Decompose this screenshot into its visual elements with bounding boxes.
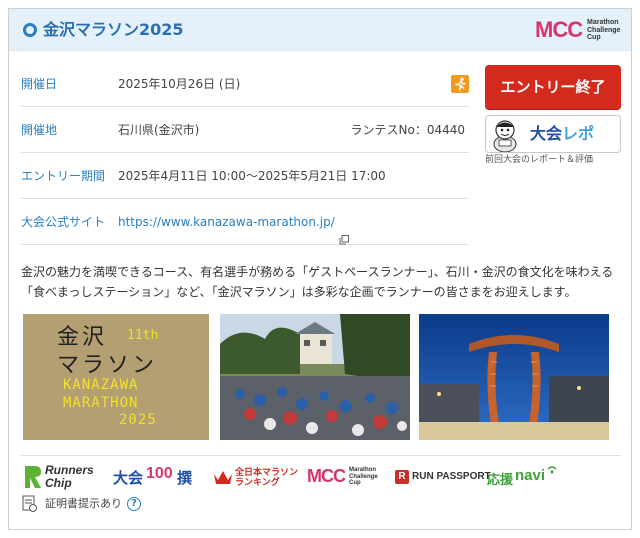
runner-icon bbox=[451, 75, 469, 93]
logos-divider bbox=[21, 455, 621, 456]
help-icon[interactable]: ? bbox=[127, 497, 141, 511]
run-passport-logo[interactable]: R RUN PASSPORT bbox=[395, 463, 491, 491]
report-button-label: 大会レポ bbox=[530, 124, 595, 143]
circle-icon bbox=[23, 23, 37, 37]
website-link[interactable]: https://www.kanazawa-marathon.jp/ bbox=[118, 199, 349, 245]
tsuzumi-gate-photo bbox=[419, 314, 609, 440]
runners-chip-logo[interactable]: Runners Chip bbox=[23, 463, 107, 491]
race-poster-image: 金沢 マラソン 11th KANAZAWA MARATHON 2025 bbox=[23, 314, 209, 440]
runners-photo bbox=[220, 314, 410, 440]
entry-closed-button[interactable]: エントリー終了 bbox=[485, 65, 621, 109]
venue-label: 開催地 bbox=[21, 123, 58, 137]
signal-icon bbox=[547, 466, 557, 474]
race-card: 金沢マラソン2025 MCC Marathon Challenge Cup 開催… bbox=[8, 8, 632, 530]
race-title[interactable]: 金沢マラソン2025 bbox=[43, 19, 184, 41]
race-report-button[interactable]: 大会レポ bbox=[485, 115, 621, 153]
poster-english-title: KANAZAWA MARATHON bbox=[63, 377, 139, 411]
report-caption: 前回大会のレポート＆評価 bbox=[485, 155, 594, 165]
entry-period-label: エントリー期間 bbox=[21, 169, 106, 183]
mascot-icon bbox=[493, 120, 517, 152]
mcc-logo-subtitle: Marathon Challenge Cup bbox=[587, 19, 621, 41]
certificate-icon bbox=[22, 495, 37, 512]
race-description: 金沢の魅力を満喫できるコース、有名選手が務める「ゲストペースランナー」、石川・金… bbox=[21, 265, 614, 299]
info-row-date: 開催日 2025年10月26日 (日) bbox=[21, 61, 469, 107]
info-row-entry-period: エントリー期間 2025年4月11日 10:00〜2025年5月21日 17:0… bbox=[21, 153, 469, 199]
crown-icon bbox=[214, 471, 232, 484]
mcc-logo: MCC Marathon Challenge Cup bbox=[535, 17, 621, 43]
ranking-logo[interactable]: 全日本マラソン ランキング bbox=[213, 463, 299, 491]
partner-logos: Runners Chip 大会 100 撰 全日本マラソン ランキング MCC … bbox=[21, 463, 621, 491]
website-label: 大会公式サイト bbox=[21, 215, 106, 229]
venue-value: 石川県(金沢市) bbox=[118, 123, 200, 137]
mcc-footer-logo[interactable]: MCC Marathon Challenge Cup bbox=[307, 463, 389, 491]
info-row-website: 大会公式サイト https://www.kanazawa-marathon.jp… bbox=[21, 199, 469, 245]
ouen-navi-logo[interactable]: 応援 navi bbox=[487, 463, 567, 491]
date-label: 開催日 bbox=[21, 77, 58, 91]
taikai100-logo[interactable]: 大会 100 撰 bbox=[113, 463, 199, 491]
card-header: 金沢マラソン2025 MCC Marathon Challenge Cup bbox=[9, 9, 631, 51]
date-value: 2025年10月26日 (日) bbox=[118, 77, 241, 91]
certificate-text: 証明書提示あり bbox=[45, 497, 122, 510]
mcc-logo-mark: MCC bbox=[535, 17, 583, 42]
info-row-venue: 開催地 石川県(金沢市) ランテスNo：04440 bbox=[21, 107, 469, 153]
external-link-icon bbox=[339, 218, 349, 244]
poster-year: 2025 bbox=[119, 412, 157, 428]
entry-period-value: 2025年4月11日 10:00〜2025年5月21日 17:00 bbox=[118, 169, 386, 183]
poster-edition: 11th bbox=[127, 328, 159, 343]
runtes-number: ランテスNo：04440 bbox=[350, 123, 466, 137]
